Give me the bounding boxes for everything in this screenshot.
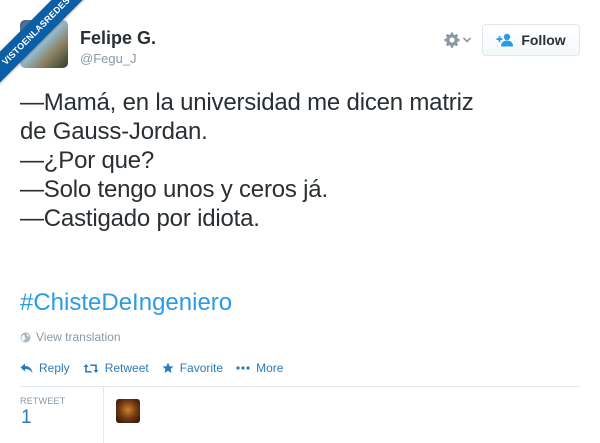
hashtag-link[interactable]: #ChisteDeIngeniero [20,289,232,317]
gear-icon [444,32,460,48]
retweet-icon [83,363,99,374]
tweet-card: VISTOENLASREDES Felipe G. @Fegu_J Follow… [0,0,600,443]
tweet-line: —Mamá, en la universidad me dicen matriz [20,89,474,116]
reply-label: Reply [39,361,70,375]
tweet-actions: Reply Retweet Favorite More [20,360,296,376]
reply-button[interactable]: Reply [20,361,70,375]
retweeter-avatar[interactable] [116,399,140,423]
stats-column-divider [103,387,104,443]
ellipsis-icon [236,366,250,370]
add-user-icon [496,33,514,47]
retweet-stat-label: RETWEET [20,396,66,406]
stats-top-divider [20,386,580,387]
tweet-line: —¿Por que? [20,147,155,174]
user-handle[interactable]: @Fegu_J [80,51,137,66]
view-translation-link[interactable]: View translation [20,330,121,344]
star-icon [162,362,174,374]
more-button[interactable]: More [236,361,283,375]
chevron-down-icon [463,37,471,43]
follow-label: Follow [521,32,566,48]
favorite-label: Favorite [179,361,224,375]
retweet-stat-count[interactable]: 1 [21,407,32,429]
settings-menu-button[interactable] [444,30,471,50]
more-label: More [256,361,284,375]
tweet-line: —Castigado por idiota. [20,205,260,232]
favorite-button[interactable]: Favorite [162,361,223,375]
retweet-label: Retweet [104,361,149,375]
tweet-line: —Solo tengo unos y ceros já. [20,176,328,203]
follow-button[interactable]: Follow [482,24,580,56]
user-name[interactable]: Felipe G. [80,28,156,49]
view-translation-label: View translation [36,330,121,344]
retweet-button[interactable]: Retweet [83,361,149,375]
tweet-line: de Gauss-Jordan. [20,118,208,145]
globe-icon [20,332,31,343]
tweet-text: —Mamá, en la universidad me dicen matriz… [20,88,580,233]
reply-icon [20,363,33,374]
